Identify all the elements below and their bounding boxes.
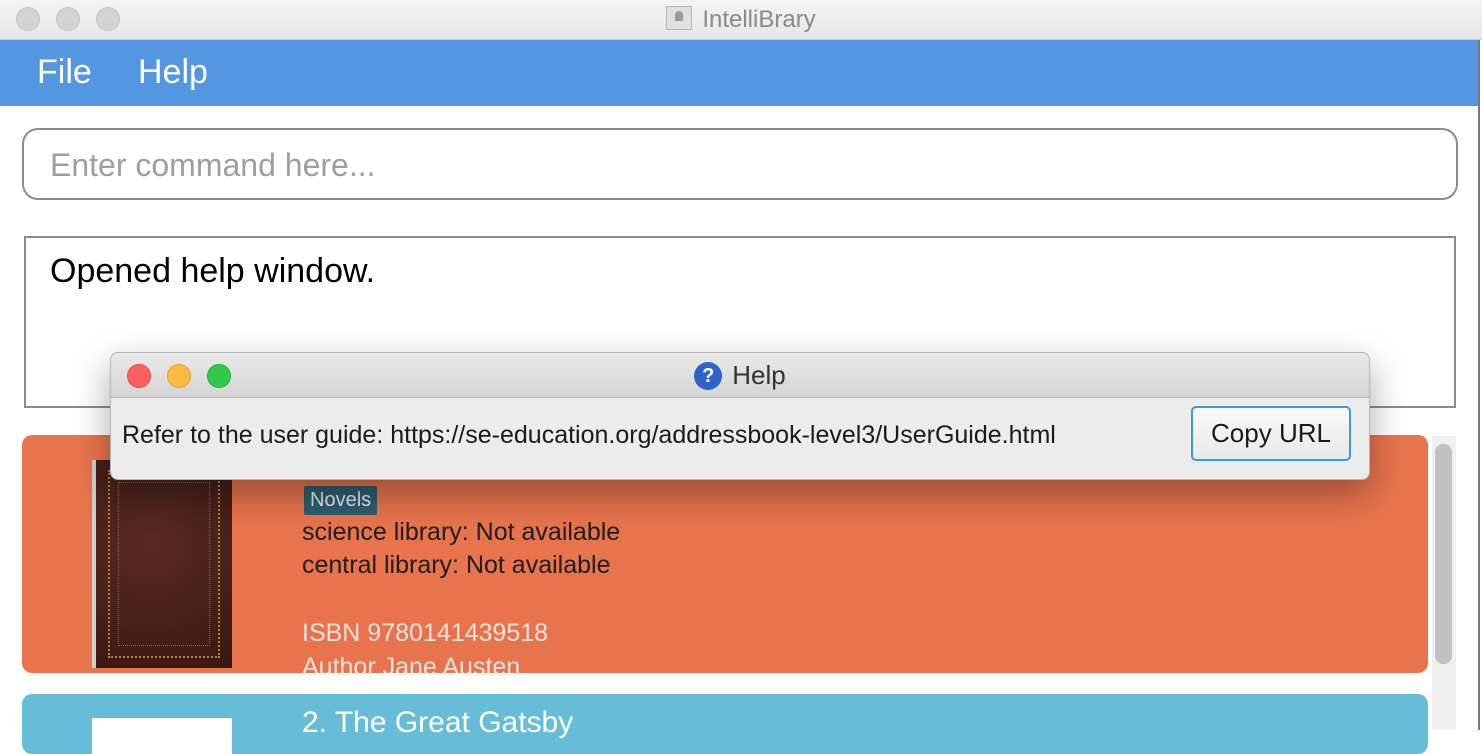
help-titlebar: ? Help: [111, 353, 1369, 398]
menu-help[interactable]: Help: [138, 53, 208, 92]
command-box: [22, 128, 1458, 200]
result-text: Opened help window.: [50, 252, 376, 290]
book-isbn: ISBN 9780141439518: [302, 619, 549, 647]
book-card[interactable]: 2. The Great Gatsby: [22, 694, 1428, 754]
app-icon: [666, 6, 693, 30]
question-icon: ?: [694, 362, 723, 390]
help-title-text: Help: [732, 360, 786, 390]
list-scrollbar[interactable]: [1432, 436, 1456, 730]
command-input[interactable]: [48, 142, 1432, 188]
window-titlebar: IntelliBrary: [0, 0, 1482, 40]
help-window: ? Help Refer to the user guide: https://s…: [110, 352, 1370, 480]
window-title: IntelliBrary: [0, 6, 1482, 34]
copy-url-button[interactable]: Copy URL: [1191, 406, 1351, 461]
scrollbar-thumb[interactable]: [1435, 444, 1452, 664]
help-title: ? Help: [111, 360, 1369, 391]
central-library-status: central library: Not available: [302, 551, 611, 579]
menu-bar: File Help: [0, 40, 1480, 106]
book-author: Author Jane Austen: [302, 653, 521, 673]
window-edge: [1478, 40, 1480, 730]
book-cover-image: [92, 460, 232, 668]
book-cover-image: [92, 718, 232, 754]
help-message: Refer to the user guide: https://se-educ…: [122, 421, 1056, 449]
menu-file[interactable]: File: [37, 53, 92, 92]
book-title: 2. The Great Gatsby: [302, 706, 574, 739]
genre-tag: Novels: [304, 486, 378, 515]
science-library-status: science library: Not available: [302, 518, 621, 546]
cover-inner-border: [118, 482, 210, 646]
window-title-text: IntelliBrary: [702, 6, 816, 33]
